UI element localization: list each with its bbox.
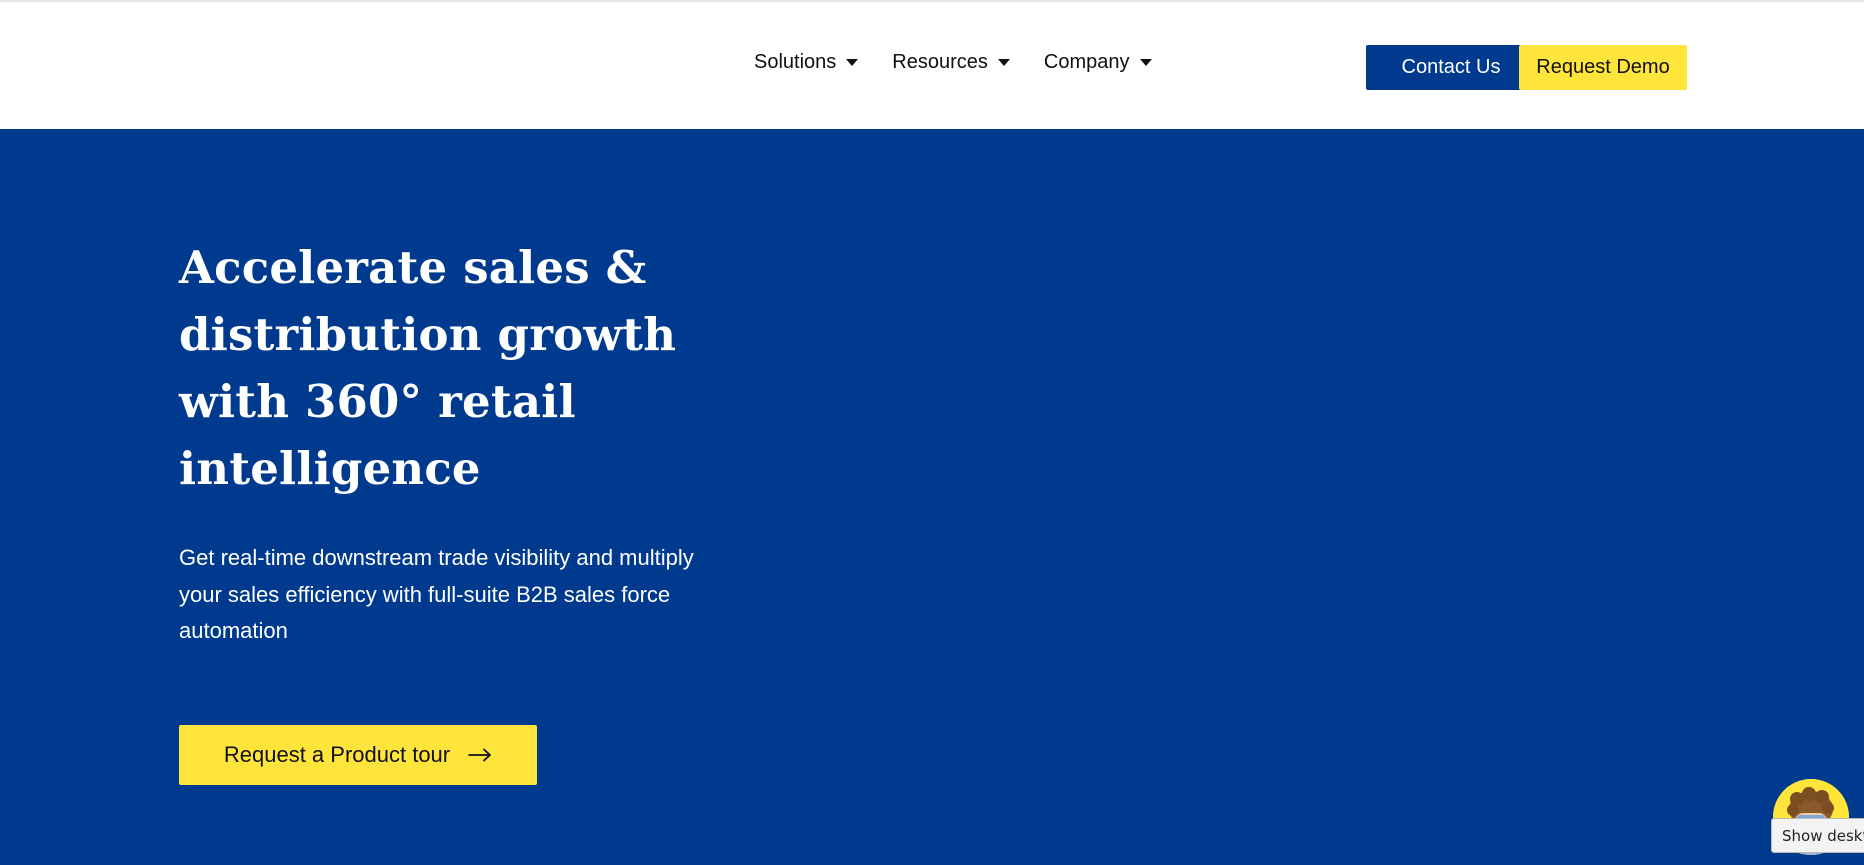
- hero-subtitle-line: Get real-time downstream trade visibilit…: [179, 545, 694, 570]
- contact-us-button[interactable]: Contact Us: [1366, 45, 1536, 90]
- nav-item-label: Solutions: [754, 51, 837, 73]
- request-demo-button[interactable]: Request Demo: [1519, 45, 1687, 90]
- hero-title-line: intelligence: [179, 442, 481, 495]
- hero-subtitle-line: automation: [179, 618, 288, 643]
- hero-subtitle-line: your sales efficiency with full-suite B2…: [179, 581, 671, 607]
- cta-label: Request a Product tour: [223, 742, 451, 767]
- caret-down-icon: [997, 58, 1010, 66]
- hero-subtitle: Get real-time downstream trade visibilit…: [179, 540, 739, 650]
- hero-title-line: with 360° retail: [179, 375, 576, 428]
- nav-item-label: Resources: [892, 51, 988, 73]
- nav-item-resources[interactable]: Resources: [892, 51, 1010, 74]
- hero-section: Accelerate sales & distribution growth w…: [0, 129, 1864, 865]
- hero-title: Accelerate sales & distribution growth w…: [179, 234, 719, 502]
- nav-item-label: Company: [1043, 51, 1130, 73]
- caret-down-icon: [846, 58, 859, 66]
- nav-item-solutions[interactable]: Solutions: [754, 51, 859, 74]
- main-nav: Solutions Resources Company: [754, 51, 1152, 74]
- arrow-right-icon: [468, 748, 492, 762]
- tooltip: Show desktop: [1771, 818, 1864, 853]
- request-product-tour-button[interactable]: Request a Product tour: [179, 725, 537, 785]
- hero-title-line: Accelerate sales &: [179, 241, 647, 294]
- caret-down-icon: [1139, 58, 1152, 66]
- site-header: Solutions Resources Company Contact Us R…: [0, 2, 1864, 129]
- hero-title-line: distribution growth: [179, 308, 677, 361]
- nav-item-company[interactable]: Company: [1044, 51, 1152, 74]
